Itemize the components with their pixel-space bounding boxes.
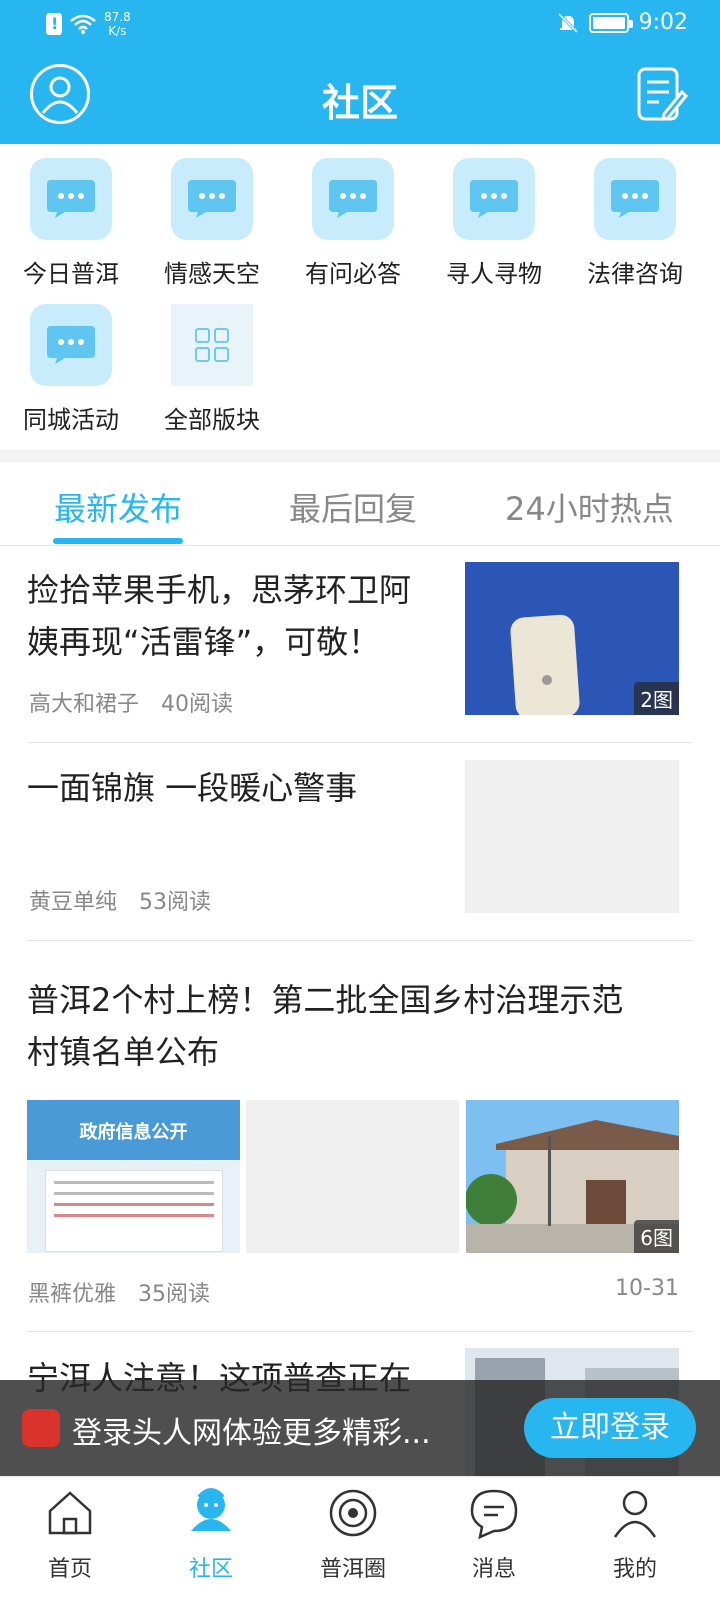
category-item[interactable]: 情感天空 xyxy=(142,158,282,289)
active-tab-indicator xyxy=(53,538,183,544)
nav-label: 社区 xyxy=(188,1557,233,1582)
user-icon xyxy=(613,1490,657,1538)
login-banner: 登录头人网体验更多精彩... 立即登录 xyxy=(0,1380,720,1476)
category-label: 情感天空 xyxy=(164,260,260,288)
nav-messages[interactable]: 消息 xyxy=(439,1485,549,1583)
list-divider xyxy=(27,940,693,941)
article-meta: 高大和裙子 40阅读 xyxy=(29,686,233,718)
home-icon xyxy=(48,1491,92,1535)
article-title: 一面锦旗 一段暖心警事 xyxy=(27,769,358,807)
list-divider xyxy=(27,742,693,743)
category-label: 全部版块 xyxy=(164,406,260,434)
category-item[interactable]: 有问必答 xyxy=(283,158,423,289)
login-banner-message: 登录头人网体验更多精彩... xyxy=(72,1416,431,1451)
nav-community[interactable]: 社区 xyxy=(156,1485,266,1583)
chat-bubble-icon xyxy=(30,158,112,240)
forum-category-grid: 今日普洱 情感天空 有问必答 寻人寻物 法律咨询 同城活动 全部版块 xyxy=(0,144,720,450)
status-bar: 87.8 K/s 9:02 xyxy=(0,0,720,50)
chat-bubble-icon xyxy=(594,158,676,240)
article-meta: 黑裤优雅 35阅读 xyxy=(28,1276,210,1308)
category-item[interactable]: 法律咨询 xyxy=(565,158,705,289)
compose-post-icon[interactable] xyxy=(636,66,688,124)
mute-bell-icon xyxy=(557,12,578,33)
article-title-line: 捡拾苹果手机，思茅环卫阿 xyxy=(27,571,412,609)
category-label: 法律咨询 xyxy=(587,260,683,288)
message-icon xyxy=(470,1489,518,1540)
chat-bubble-icon xyxy=(30,304,112,386)
signal-alert-icon xyxy=(46,13,62,35)
article-thumbnail[interactable] xyxy=(465,760,679,913)
all-boards-item[interactable]: 全部版块 xyxy=(142,304,282,435)
category-label: 今日普洱 xyxy=(23,260,119,288)
category-label: 寻人寻物 xyxy=(446,260,542,288)
tab-last-reply[interactable]: 最后回复 xyxy=(289,484,417,530)
article-date: 10-31 xyxy=(615,1276,679,1301)
net-speed-value: 87.8 xyxy=(104,10,131,24)
circle-icon xyxy=(329,1489,377,1537)
community-icon xyxy=(191,1488,231,1531)
grid-icon xyxy=(171,304,253,386)
net-speed-unit: K/s xyxy=(108,24,127,38)
nav-home[interactable]: 首页 xyxy=(15,1485,125,1583)
article-thumbnail[interactable]: 2图 xyxy=(465,562,679,715)
article-title: 捡拾苹果手机，思茅环卫阿 姨再现“活雷锋”，可敬！ xyxy=(27,564,447,668)
bottom-navigation: 首页 社区 普洱圈 消息 我的 xyxy=(0,1476,720,1600)
list-divider xyxy=(27,1331,693,1332)
nav-label: 我的 xyxy=(612,1557,657,1582)
article-author: 黄豆单纯 xyxy=(29,890,118,915)
category-label: 同城活动 xyxy=(23,406,119,434)
tab-latest[interactable]: 最新发布 xyxy=(54,484,182,530)
section-divider xyxy=(0,450,720,462)
category-item[interactable]: 同城活动 xyxy=(1,304,141,435)
article-title-line: 村镇名单公布 xyxy=(27,1033,220,1071)
article-thumbnail[interactable]: 政府信息公开 xyxy=(27,1100,240,1253)
page-title: 社区 xyxy=(321,81,398,125)
status-time: 9:02 xyxy=(638,10,688,35)
tab-24h-hot[interactable]: 24小时热点 xyxy=(505,484,674,530)
login-button[interactable]: 立即登录 xyxy=(524,1398,696,1458)
nav-label: 普洱圈 xyxy=(319,1557,386,1582)
chat-bubble-icon xyxy=(312,158,394,240)
article-author: 黑裤优雅 xyxy=(28,1282,117,1307)
nav-label: 首页 xyxy=(47,1557,92,1582)
category-item[interactable]: 今日普洱 xyxy=(1,158,141,289)
document-preview xyxy=(45,1170,223,1252)
nav-mine[interactable]: 我的 xyxy=(580,1485,690,1583)
article-author: 高大和裙子 xyxy=(29,692,140,717)
header: 社区 xyxy=(0,50,720,144)
article-item[interactable]: 普洱2个村上榜！第二批全国乡村治理示范 村镇名单公布 xyxy=(27,974,693,1078)
gov-banner-text: 政府信息公开 xyxy=(79,1122,188,1143)
article-reads: 35阅读 xyxy=(138,1282,211,1307)
image-count-badge: 6图 xyxy=(634,1220,679,1253)
article-title-line: 姨再现“活雷锋”，可敬！ xyxy=(27,623,381,661)
article-meta: 黄豆单纯 53阅读 xyxy=(29,884,211,916)
article-reads: 40阅读 xyxy=(161,692,234,717)
article-thumbnail[interactable]: 6图 xyxy=(466,1100,679,1253)
article-thumbnail[interactable] xyxy=(246,1100,459,1253)
chat-bubble-icon xyxy=(453,158,535,240)
battery-icon xyxy=(588,12,633,33)
category-label: 有问必答 xyxy=(305,260,401,288)
article-reads: 53阅读 xyxy=(139,890,212,915)
image-count-badge: 2图 xyxy=(634,682,679,715)
app-logo-icon xyxy=(22,1409,60,1447)
feed-tabs: 最新发布 最后回复 24小时热点 xyxy=(0,462,720,546)
nav-puer-circle[interactable]: 普洱圈 xyxy=(298,1485,408,1583)
category-item[interactable]: 寻人寻物 xyxy=(424,158,564,289)
article-title-line: 普洱2个村上榜！第二批全国乡村治理示范 xyxy=(27,981,624,1019)
top-bar: 87.8 K/s 9:02 社区 xyxy=(0,0,720,144)
nav-label: 消息 xyxy=(471,1557,516,1582)
article-title: 普洱2个村上榜！第二批全国乡村治理示范 村镇名单公布 xyxy=(27,974,693,1078)
wifi-icon xyxy=(70,14,96,34)
net-speed: 87.8 K/s xyxy=(104,10,131,38)
chat-bubble-icon xyxy=(171,158,253,240)
